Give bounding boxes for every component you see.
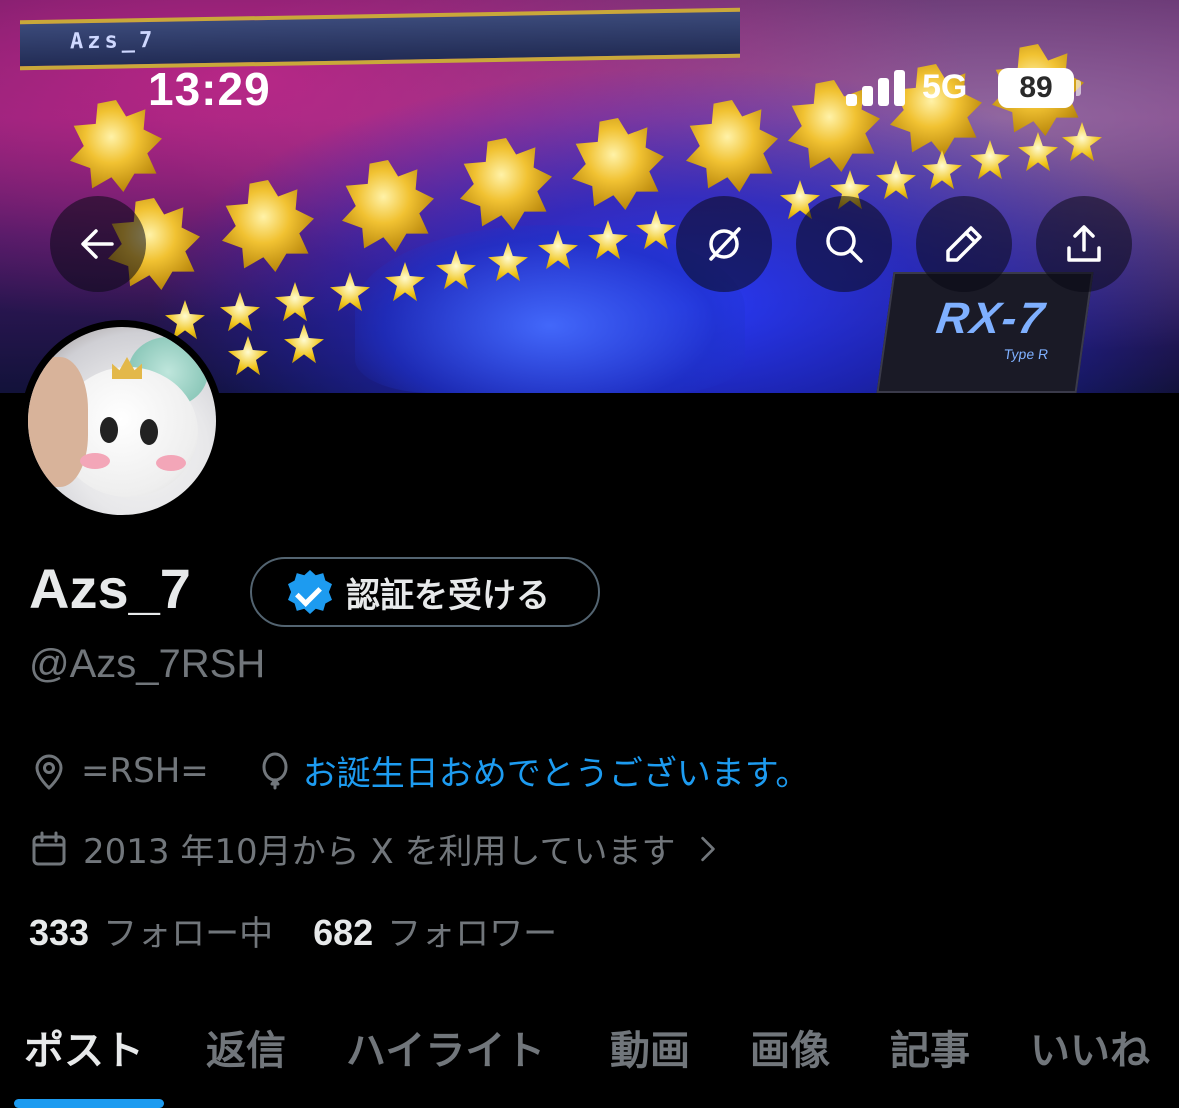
- user-handle: @Azs_7RSH: [29, 642, 266, 686]
- banner-medal: [222, 180, 314, 272]
- tab-videos[interactable]: 動画: [610, 1018, 690, 1076]
- follow-stats: 333 フォロー中 682 フォロワー: [29, 906, 597, 955]
- following-count[interactable]: 333: [29, 912, 89, 954]
- avatar[interactable]: [21, 320, 223, 522]
- active-tab-indicator: [14, 1099, 164, 1108]
- search-icon: [826, 226, 863, 263]
- followers-count[interactable]: 682: [313, 912, 373, 954]
- joined-row[interactable]: 2013 年10月から X を利用しています: [29, 824, 726, 873]
- banner-medal: [460, 138, 552, 230]
- battery-icon: 89: [998, 68, 1074, 108]
- followers-label[interactable]: フォロワー: [387, 906, 557, 955]
- banner-star: [1018, 132, 1058, 172]
- tab-replies[interactable]: 返信: [206, 1018, 286, 1076]
- battery-level: 89: [1019, 71, 1053, 104]
- balloon-icon: [262, 752, 288, 789]
- banner-medal: [342, 160, 434, 252]
- back-button[interactable]: [50, 196, 146, 292]
- banner-star: [220, 292, 260, 332]
- rx7-subtitle: Type R: [1002, 346, 1050, 362]
- avatar-image: [28, 327, 216, 515]
- banner-star: [284, 324, 324, 364]
- banner-star: [970, 140, 1010, 180]
- tab-likes[interactable]: いいね: [1030, 1018, 1150, 1076]
- joined-text: 2013 年10月から X を利用しています: [83, 832, 676, 872]
- arrow-left-icon: [81, 229, 114, 259]
- verified-badge-icon: [288, 570, 332, 614]
- following-label[interactable]: フォロー中: [103, 906, 273, 955]
- battery-nub: [1076, 80, 1081, 96]
- share-icon: [1067, 225, 1101, 262]
- get-verified-button[interactable]: 認証を受ける: [250, 557, 600, 627]
- banner-star: [1062, 122, 1102, 162]
- share-button[interactable]: [1036, 196, 1132, 292]
- banner-top-text: Azs_7: [70, 27, 157, 55]
- search-button[interactable]: [796, 196, 892, 292]
- tab-posts[interactable]: ポスト: [24, 1018, 144, 1076]
- banner-game-bar: Azs_7: [20, 7, 740, 71]
- pencil-icon: [946, 226, 982, 262]
- banner-star: [876, 160, 916, 200]
- profile-tabs: ポスト 返信 ハイライト 動画 画像 記事 いいね: [0, 1010, 1179, 1108]
- banner-medal: [686, 100, 778, 192]
- profile-banner[interactable]: Azs_7 RX-7 Type R: [0, 0, 1179, 393]
- network-type: 5G: [922, 68, 968, 106]
- location-birthday-row: =RSH= お誕生日おめでとうございます。: [29, 746, 809, 795]
- signal-icon: [846, 70, 906, 106]
- banner-rx7-card: RX-7 Type R: [876, 272, 1094, 393]
- tab-highlights[interactable]: ハイライト: [346, 1018, 545, 1076]
- grok-button[interactable]: [676, 196, 772, 292]
- edit-button[interactable]: [916, 196, 1012, 292]
- tab-articles[interactable]: 記事: [890, 1018, 970, 1076]
- tab-images[interactable]: 画像: [750, 1018, 830, 1076]
- banner-star: [275, 282, 315, 322]
- status-time: 13:29: [148, 63, 271, 115]
- banner-medal: [572, 118, 664, 210]
- display-name: Azs_7: [29, 557, 191, 620]
- grok-icon: [709, 227, 741, 261]
- calendar-icon: [32, 831, 66, 865]
- get-verified-label: 認証を受ける: [346, 575, 550, 616]
- banner-star: [228, 336, 268, 376]
- rx7-title: RX-7: [933, 294, 1049, 343]
- location-pin-icon: [35, 754, 63, 789]
- banner-star: [922, 150, 962, 190]
- chevron-right-icon: [700, 836, 715, 861]
- birthday-text[interactable]: お誕生日おめでとうございます。: [303, 746, 810, 795]
- location-text: =RSH=: [81, 750, 209, 791]
